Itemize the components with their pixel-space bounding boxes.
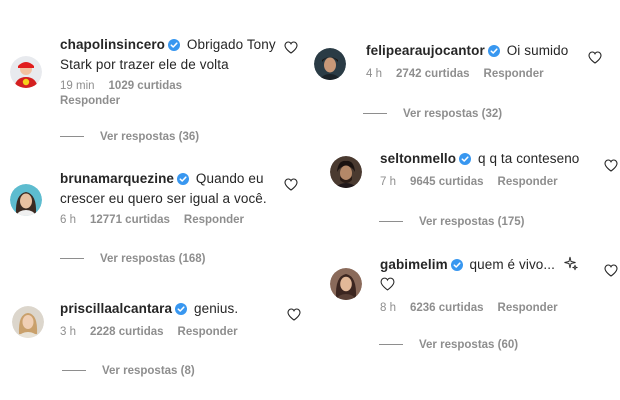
reply-button[interactable]: Responder [484,68,544,80]
view-replies-button[interactable]: Ver respostas (60) [379,339,518,351]
verified-badge-icon [459,152,472,170]
view-replies-button[interactable]: Ver respostas (32) [363,108,502,120]
verified-badge-icon [487,44,500,62]
verified-badge-icon [177,172,190,190]
comment-time[interactable]: 6 h [60,214,76,226]
comment-text: q q ta conteseno [477,151,580,166]
reply-button[interactable]: Responder [498,302,558,314]
view-replies-button[interactable]: Ver respostas (36) [60,131,199,143]
likes-count[interactable]: 2228 curtidas [90,326,164,338]
like-heart-icon[interactable] [287,308,301,321]
avatar[interactable] [10,56,42,88]
like-heart-icon[interactable] [588,51,602,64]
like-heart-icon[interactable] [284,41,298,54]
username[interactable]: gabimelim [380,257,448,272]
avatar[interactable] [12,306,44,338]
heart-emoji-icon [380,277,395,296]
username[interactable]: seltonmello [380,151,456,166]
reply-button[interactable]: Responder [60,95,271,107]
like-heart-icon[interactable] [604,159,618,172]
comment-time[interactable]: 7 h [380,176,396,188]
username[interactable]: brunamarquezine [60,171,174,186]
likes-count[interactable]: 9645 curtidas [410,176,484,188]
likes-count[interactable]: 1029 curtidas [109,80,183,92]
view-replies-button[interactable]: Ver respostas (175) [379,216,524,228]
username[interactable]: chapolinsincero [60,37,165,52]
avatar[interactable] [314,48,346,80]
like-heart-icon[interactable] [604,264,618,277]
avatar[interactable] [330,268,362,300]
avatar[interactable] [330,156,362,188]
comment-time[interactable]: 8 h [380,302,396,314]
verified-badge-icon [175,302,188,320]
comment-text: quem é vivo... [469,257,555,272]
comment-text: genius. [193,301,239,316]
reply-button[interactable]: Responder [498,176,558,188]
view-replies-button[interactable]: Ver respostas (8) [62,365,195,377]
reply-button[interactable]: Responder [178,326,238,338]
view-replies-button[interactable]: Ver respostas (168) [60,253,205,265]
comment-time[interactable]: 3 h [60,326,76,338]
avatar[interactable] [10,184,42,216]
like-heart-icon[interactable] [284,178,298,191]
comment-time[interactable]: 19 min [60,80,95,92]
likes-count[interactable]: 6236 curtidas [410,302,484,314]
sparkles-emoji-icon [563,256,578,276]
comment-text: Oi sumido [506,43,569,58]
likes-count[interactable]: 2742 curtidas [396,68,470,80]
verified-badge-icon [168,38,181,56]
comment-time[interactable]: 4 h [366,68,382,80]
verified-badge-icon [450,258,463,276]
username[interactable]: priscillaalcantara [60,301,172,316]
reply-button[interactable]: Responder [184,214,244,226]
username[interactable]: felipearaujocantor [366,43,485,58]
likes-count[interactable]: 12771 curtidas [90,214,170,226]
